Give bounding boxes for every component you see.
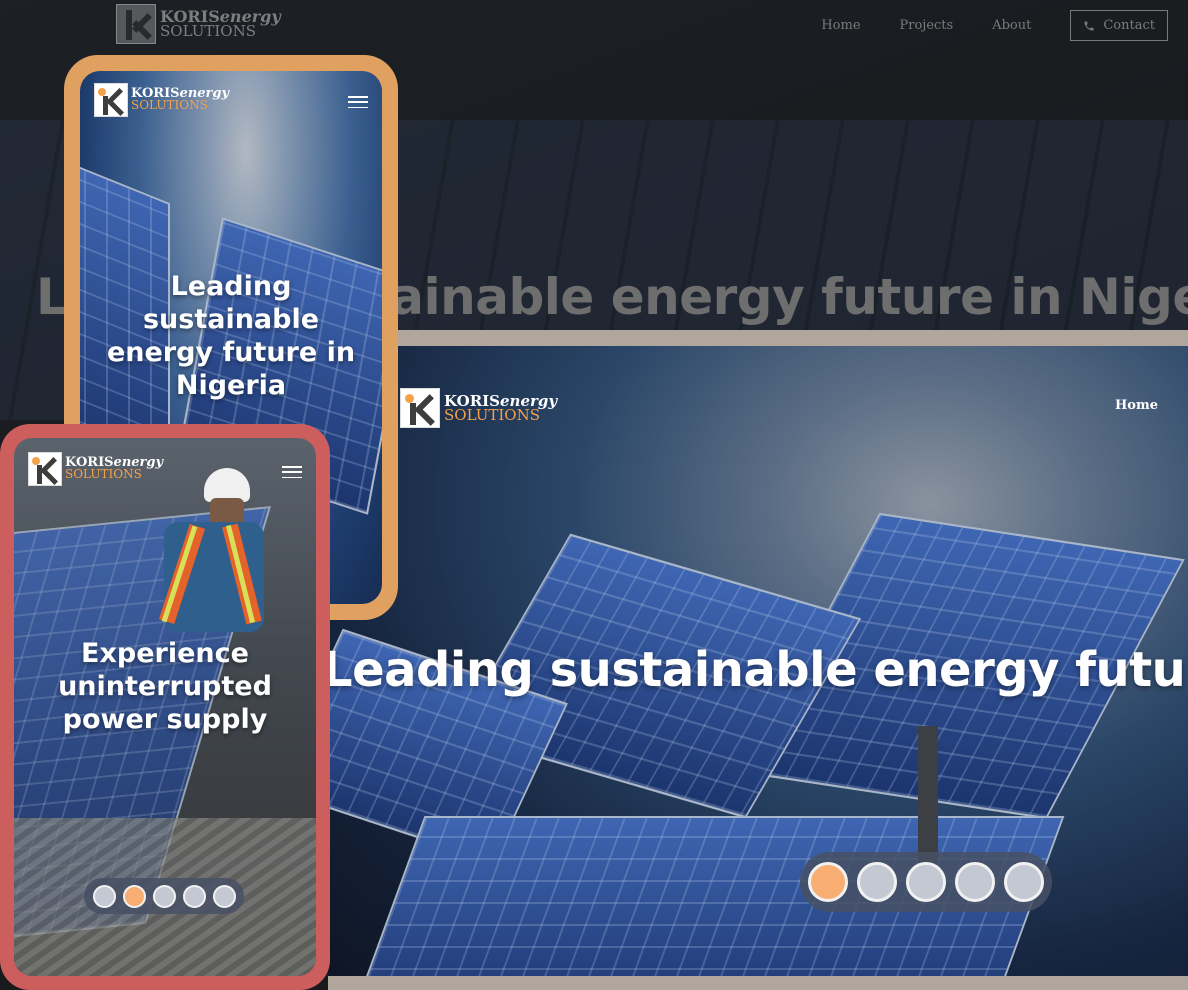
brand-tagline: SOLUTIONS — [160, 22, 256, 41]
phone-orange-logo-text: KORISenergy SOLUTIONS — [131, 87, 229, 113]
desktop-nav-links: Home Projects About Contact — [821, 10, 1168, 41]
laptop-screen: KORISenergy SOLUTIONS Home Leading susta… — [328, 346, 1188, 976]
phone-icon — [1084, 21, 1094, 30]
phone-orange-logo[interactable]: KORISenergy SOLUTIONS — [94, 83, 229, 117]
phone-red-logo[interactable]: KORISenergy SOLUTIONS — [28, 452, 163, 486]
nav-about[interactable]: About — [992, 18, 1031, 33]
phone-orange-headline: Leading sustainable energy future in Nig… — [106, 271, 356, 401]
hamburger-menu-icon[interactable] — [282, 466, 302, 478]
brand-tagline: SOLUTIONS — [65, 467, 142, 482]
contact-label: Contact — [1103, 18, 1155, 33]
koris-logo-mark — [400, 388, 440, 428]
koris-logo-mark — [116, 4, 156, 44]
nav-projects[interactable]: Projects — [900, 18, 954, 33]
slider-dot-3[interactable] — [152, 884, 176, 908]
slider-dot-2[interactable] — [857, 862, 897, 902]
slider-dot-5[interactable] — [1004, 862, 1044, 902]
brand-tagline: SOLUTIONS — [444, 406, 540, 424]
phone-red-headline: Experience uninterrupted power supply — [58, 638, 272, 735]
desktop-navbar: KORISenergy SOLUTIONS Home Projects Abou… — [0, 0, 1188, 50]
contact-button[interactable]: Contact — [1070, 10, 1168, 41]
slider-dot-5[interactable] — [212, 884, 236, 908]
slider-dot-1[interactable] — [808, 862, 848, 902]
laptop-nav-home[interactable]: Home — [1115, 398, 1158, 413]
phone-red-screen: KORISenergy SOLUTIONS Experience uninter… — [14, 438, 316, 976]
koris-logo-mark — [28, 452, 62, 486]
koris-logo-mark — [94, 83, 128, 117]
laptop-slider-dots — [800, 852, 1052, 912]
brand-tagline: SOLUTIONS — [131, 98, 208, 113]
hamburger-menu-icon[interactable] — [348, 96, 368, 108]
laptop-mockup: KORISenergy SOLUTIONS Home Leading susta… — [328, 330, 1188, 990]
phone-mockup-red: KORISenergy SOLUTIONS Experience uninter… — [0, 424, 330, 990]
phone-red-logo-text: KORISenergy SOLUTIONS — [65, 456, 163, 482]
nav-home[interactable]: Home — [821, 18, 860, 33]
slider-dot-4[interactable] — [955, 862, 995, 902]
phone-red-slider-dots — [84, 878, 244, 914]
desktop-logo-text: KORISenergy SOLUTIONS — [160, 9, 281, 41]
laptop-logo[interactable]: KORISenergy SOLUTIONS — [400, 388, 557, 428]
slider-dot-1[interactable] — [92, 884, 116, 908]
laptop-hero-headline: Leading sustainable energy futu — [328, 642, 1186, 698]
laptop-logo-text: KORISenergy SOLUTIONS — [444, 393, 557, 424]
slider-dot-3[interactable] — [906, 862, 946, 902]
desktop-logo[interactable]: KORISenergy SOLUTIONS — [116, 4, 281, 44]
slider-dot-4[interactable] — [182, 884, 206, 908]
slider-dot-2[interactable] — [122, 884, 146, 908]
